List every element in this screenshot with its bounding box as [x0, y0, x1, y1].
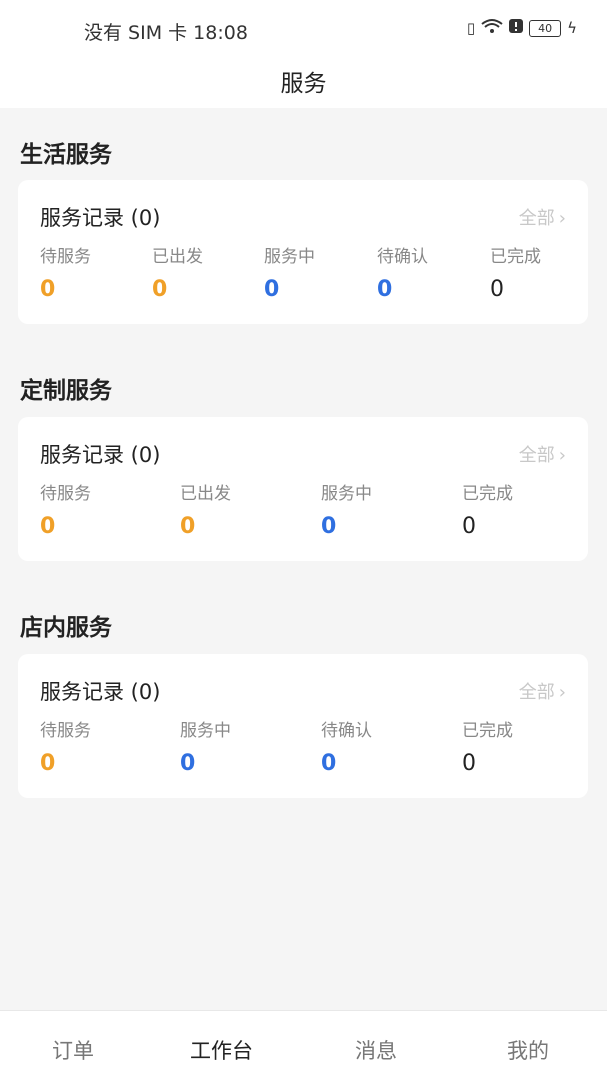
stat-value: 0 — [40, 514, 56, 539]
stat-value: 0 — [462, 514, 476, 539]
stat-label: 已出发 — [152, 247, 203, 267]
card-title: 服务记录 (0) — [40, 443, 161, 467]
view-all-link[interactable]: 全部 › — [519, 441, 566, 467]
status-carrier-time: 没有 SIM 卡 18:08 — [84, 22, 248, 44]
stat-value: 0 — [264, 277, 280, 302]
view-all-link[interactable]: 全部 › — [519, 204, 566, 230]
tab-mine[interactable]: 我的 — [507, 1035, 549, 1065]
stat-in-service[interactable]: 服务中 0 — [180, 716, 231, 776]
stat-departed[interactable]: 已出发 0 — [152, 242, 203, 302]
stat-label: 已完成 — [462, 721, 513, 741]
alert-icon — [509, 19, 524, 37]
wifi-icon — [481, 18, 503, 38]
stat-label: 服务中 — [264, 247, 315, 267]
section-title-in-store: 店内服务 — [20, 615, 112, 641]
stat-in-service[interactable]: 服务中 0 — [264, 242, 315, 302]
charging-icon: ϟ — [567, 19, 577, 37]
stat-label: 已出发 — [180, 484, 231, 504]
stat-label: 待确认 — [321, 721, 372, 741]
page-title: 服务 — [280, 71, 327, 97]
tab-orders[interactable]: 订单 — [52, 1035, 94, 1065]
status-icons: ▯ 40 ϟ — [467, 18, 577, 38]
battery-icon: 40 — [529, 19, 562, 37]
stat-value: 0 — [490, 277, 504, 302]
stat-completed[interactable]: 已完成 0 — [490, 242, 541, 302]
chevron-right-icon: › — [558, 208, 566, 229]
stat-value: 0 — [152, 277, 168, 302]
stat-departed[interactable]: 已出发 0 — [180, 479, 231, 539]
stat-completed[interactable]: 已完成 0 — [462, 716, 513, 776]
stat-label: 已完成 — [462, 484, 513, 504]
stat-value: 0 — [377, 277, 393, 302]
chevron-right-icon: › — [558, 682, 566, 703]
stat-value: 0 — [180, 514, 196, 539]
stat-value: 0 — [321, 514, 337, 539]
chevron-right-icon: › — [558, 445, 566, 466]
section-title-life: 生活服务 — [20, 142, 112, 168]
service-record-card-in-store: 服务记录 (0) 全部 › 待服务 0 服务中 0 待确认 0 已完成 0 — [18, 654, 588, 798]
stat-label: 待服务 — [40, 247, 91, 267]
card-title: 服务记录 (0) — [40, 680, 161, 704]
stat-in-service[interactable]: 服务中 0 — [321, 479, 372, 539]
stat-value: 0 — [40, 751, 56, 776]
service-record-card-custom: 服务记录 (0) 全部 › 待服务 0 已出发 0 服务中 0 已完成 0 — [18, 417, 588, 561]
tab-messages[interactable]: 消息 — [355, 1035, 397, 1065]
stat-pending[interactable]: 待服务 0 — [40, 479, 91, 539]
card-title: 服务记录 (0) — [40, 206, 161, 230]
stat-label: 待服务 — [40, 721, 91, 741]
status-bar: 没有 SIM 卡 18:08 ▯ 40 ϟ — [0, 0, 607, 58]
bottom-tab-bar: 订单 工作台 消息 我的 — [0, 1010, 607, 1081]
stat-value: 0 — [321, 751, 337, 776]
header: 服务 — [0, 58, 607, 108]
stat-label: 服务中 — [180, 721, 231, 741]
stat-completed[interactable]: 已完成 0 — [462, 479, 513, 539]
stat-label: 服务中 — [321, 484, 372, 504]
stat-value: 0 — [40, 277, 56, 302]
vibrate-icon: ▯ — [466, 19, 476, 37]
stat-to-confirm[interactable]: 待确认 0 — [377, 242, 428, 302]
stat-label: 待确认 — [377, 247, 428, 267]
stat-pending[interactable]: 待服务 0 — [40, 716, 91, 776]
stat-value: 0 — [462, 751, 476, 776]
stat-label: 已完成 — [490, 247, 541, 267]
view-all-link[interactable]: 全部 › — [519, 678, 566, 704]
stat-value: 0 — [180, 751, 196, 776]
stat-label: 待服务 — [40, 484, 91, 504]
section-title-custom: 定制服务 — [20, 378, 112, 404]
stat-pending[interactable]: 待服务 0 — [40, 242, 91, 302]
tab-workbench[interactable]: 工作台 — [190, 1035, 253, 1065]
service-record-card-life: 服务记录 (0) 全部 › 待服务 0 已出发 0 服务中 0 待确认 0 已完成… — [18, 180, 588, 324]
stat-to-confirm[interactable]: 待确认 0 — [321, 716, 372, 776]
